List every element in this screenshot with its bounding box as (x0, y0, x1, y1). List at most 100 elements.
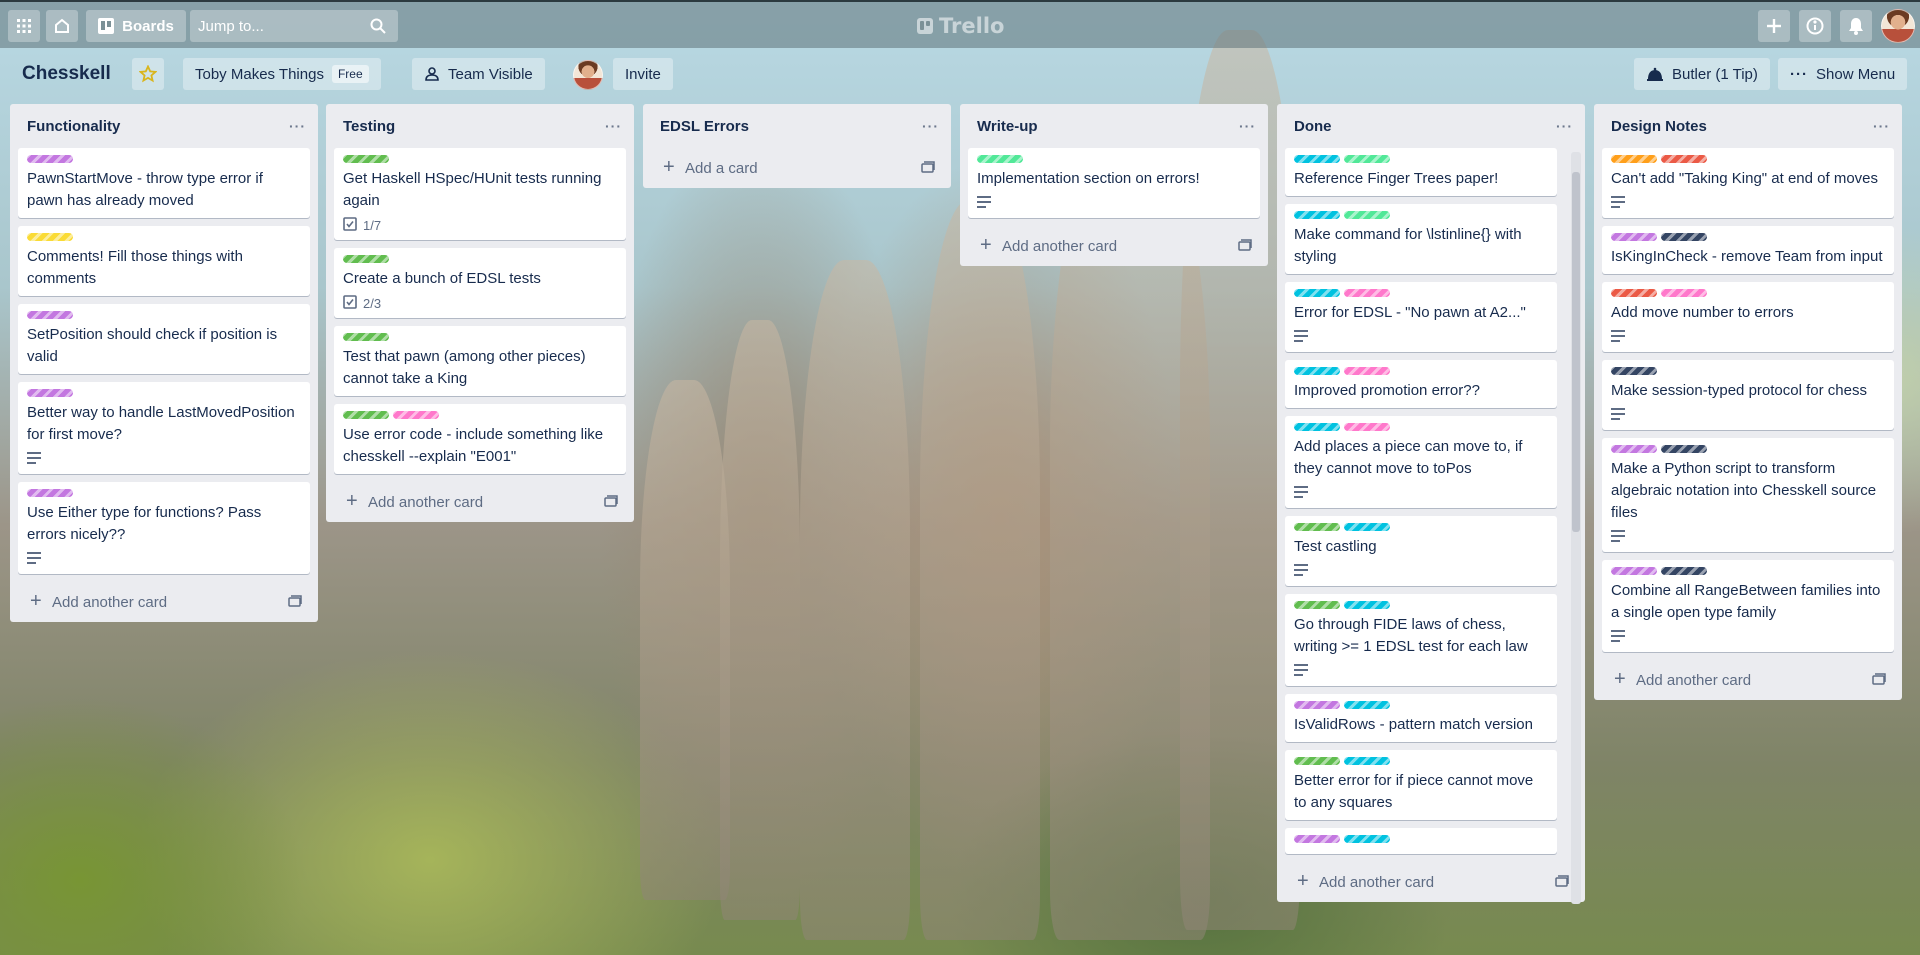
card-label-green[interactable] (1294, 523, 1340, 531)
card[interactable]: Error for EDSL - "No pawn at A2..." (1285, 282, 1557, 352)
card-label-sky[interactable] (1294, 155, 1340, 163)
card-label-yellow[interactable] (27, 233, 73, 241)
list-title[interactable]: Write-up (977, 118, 1038, 135)
card[interactable]: Make command for \lstinline{} with styli… (1285, 204, 1557, 274)
card-label-sky[interactable] (1344, 835, 1390, 843)
card-label-pink[interactable] (1344, 367, 1390, 375)
card-label-orange[interactable] (1611, 155, 1657, 163)
card-list-scrollbar[interactable] (1571, 152, 1581, 904)
list-title[interactable]: Done (1294, 118, 1332, 135)
card[interactable]: Use error code - include something like … (334, 404, 626, 474)
card-label-sky[interactable] (1294, 423, 1340, 431)
card[interactable]: Get Haskell HSpec/HUnit tests running ag… (334, 148, 626, 240)
boards-button[interactable]: Boards (86, 10, 186, 42)
card-label-sky[interactable] (1294, 289, 1340, 297)
card[interactable]: Add move number to errors (1602, 282, 1894, 352)
list-menu-button[interactable]: ··· (922, 118, 939, 134)
user-avatar[interactable] (1881, 9, 1915, 43)
card[interactable]: IsValidRows - pattern match version (1285, 694, 1557, 742)
card-label-sky[interactable] (1294, 367, 1340, 375)
card-label-sky[interactable] (1294, 211, 1340, 219)
card[interactable]: IsKingInCheck - remove Team from input (1602, 226, 1894, 274)
card-label-red[interactable] (1611, 289, 1657, 297)
card-label-purple[interactable] (1294, 835, 1340, 843)
card-label-green[interactable] (343, 255, 389, 263)
search-input[interactable]: Jump to... (190, 10, 398, 42)
list-title[interactable]: Testing (343, 118, 395, 135)
create-button[interactable] (1758, 10, 1790, 42)
card[interactable]: Better way to handle LastMovedPosition f… (18, 382, 310, 474)
card-template-icon[interactable] (1555, 874, 1569, 891)
add-card-button[interactable]: + Add another card (960, 226, 1268, 266)
card[interactable]: Better error for if piece cannot move to… (1285, 750, 1557, 820)
apps-grid-button[interactable] (8, 10, 40, 42)
list-menu-button[interactable]: ··· (289, 118, 306, 134)
card-label-mint[interactable] (1344, 211, 1390, 219)
info-button[interactable] (1799, 10, 1831, 42)
board-title[interactable]: Chesskell (22, 63, 111, 85)
card-label-purple[interactable] (1611, 445, 1657, 453)
card-label-pink[interactable] (1661, 289, 1707, 297)
list-title[interactable]: EDSL Errors (660, 118, 749, 135)
team-button[interactable]: Toby Makes Things Free (183, 58, 381, 90)
card[interactable]: Use Either type for functions? Pass erro… (18, 482, 310, 574)
card-label-purple[interactable] (1611, 567, 1657, 575)
card[interactable]: Go through FIDE laws of chess, writing >… (1285, 594, 1557, 686)
card-label-navy[interactable] (1661, 233, 1707, 241)
add-card-button[interactable]: + Add another card (1594, 660, 1902, 700)
card[interactable]: Make a Python script to transform algebr… (1602, 438, 1894, 552)
card-label-mint[interactable] (1344, 155, 1390, 163)
card-label-purple[interactable] (27, 389, 73, 397)
card-label-sky[interactable] (1344, 757, 1390, 765)
star-board-button[interactable] (132, 58, 164, 90)
list-menu-button[interactable]: ··· (1873, 118, 1890, 134)
card[interactable] (1285, 828, 1557, 854)
list-menu-button[interactable]: ··· (1556, 118, 1573, 134)
card-label-navy[interactable] (1661, 567, 1707, 575)
card-label-navy[interactable] (1611, 367, 1657, 375)
card-label-purple[interactable] (27, 155, 73, 163)
trello-logo[interactable]: Trello (917, 14, 1004, 38)
card-label-navy[interactable] (1661, 445, 1707, 453)
card-label-red[interactable] (1661, 155, 1707, 163)
card[interactable]: Create a bunch of EDSL tests 2/3 (334, 248, 626, 318)
card[interactable]: Add places a piece can move to, if they … (1285, 416, 1557, 508)
visibility-button[interactable]: Team Visible (412, 58, 545, 90)
show-menu-button[interactable]: ··· Show Menu (1778, 58, 1908, 90)
card-template-icon[interactable] (1238, 238, 1252, 255)
card[interactable]: SetPosition should check if position is … (18, 304, 310, 374)
board-member-avatar[interactable] (573, 60, 603, 90)
card-template-icon[interactable] (288, 594, 302, 611)
butler-button[interactable]: Butler (1 Tip) (1634, 58, 1770, 90)
card-label-purple[interactable] (1294, 701, 1340, 709)
card[interactable]: Implementation section on errors! (968, 148, 1260, 218)
card-label-sky[interactable] (1344, 523, 1390, 531)
card-label-pink[interactable] (1344, 423, 1390, 431)
card-template-icon[interactable] (1872, 672, 1886, 689)
card-label-green[interactable] (343, 333, 389, 341)
card[interactable]: Reference Finger Trees paper! (1285, 148, 1557, 196)
card[interactable]: Test that pawn (among other pieces) cann… (334, 326, 626, 396)
card-label-green[interactable] (343, 155, 389, 163)
card-label-pink[interactable] (1344, 289, 1390, 297)
card[interactable]: Combine all RangeBetween families into a… (1602, 560, 1894, 652)
card[interactable]: Can't add "Taking King" at end of moves (1602, 148, 1894, 218)
card-label-purple[interactable] (1611, 233, 1657, 241)
list-title[interactable]: Functionality (27, 118, 120, 135)
card[interactable]: Make session-typed protocol for chess (1602, 360, 1894, 430)
card-label-sky[interactable] (1344, 701, 1390, 709)
card-template-icon[interactable] (921, 160, 935, 177)
card-label-sky[interactable] (1344, 601, 1390, 609)
add-card-button[interactable]: + Add another card (1277, 862, 1585, 902)
card-template-icon[interactable] (604, 494, 618, 511)
scrollbar-thumb[interactable] (1572, 172, 1580, 532)
card-label-purple[interactable] (27, 489, 73, 497)
card-label-green[interactable] (343, 411, 389, 419)
list-title[interactable]: Design Notes (1611, 118, 1707, 135)
card[interactable]: PawnStartMove - throw type error if pawn… (18, 148, 310, 218)
add-card-button[interactable]: + Add another card (326, 482, 634, 522)
card-label-green[interactable] (1294, 601, 1340, 609)
list-menu-button[interactable]: ··· (1239, 118, 1256, 134)
card[interactable]: Test castling (1285, 516, 1557, 586)
invite-button[interactable]: Invite (613, 58, 673, 90)
